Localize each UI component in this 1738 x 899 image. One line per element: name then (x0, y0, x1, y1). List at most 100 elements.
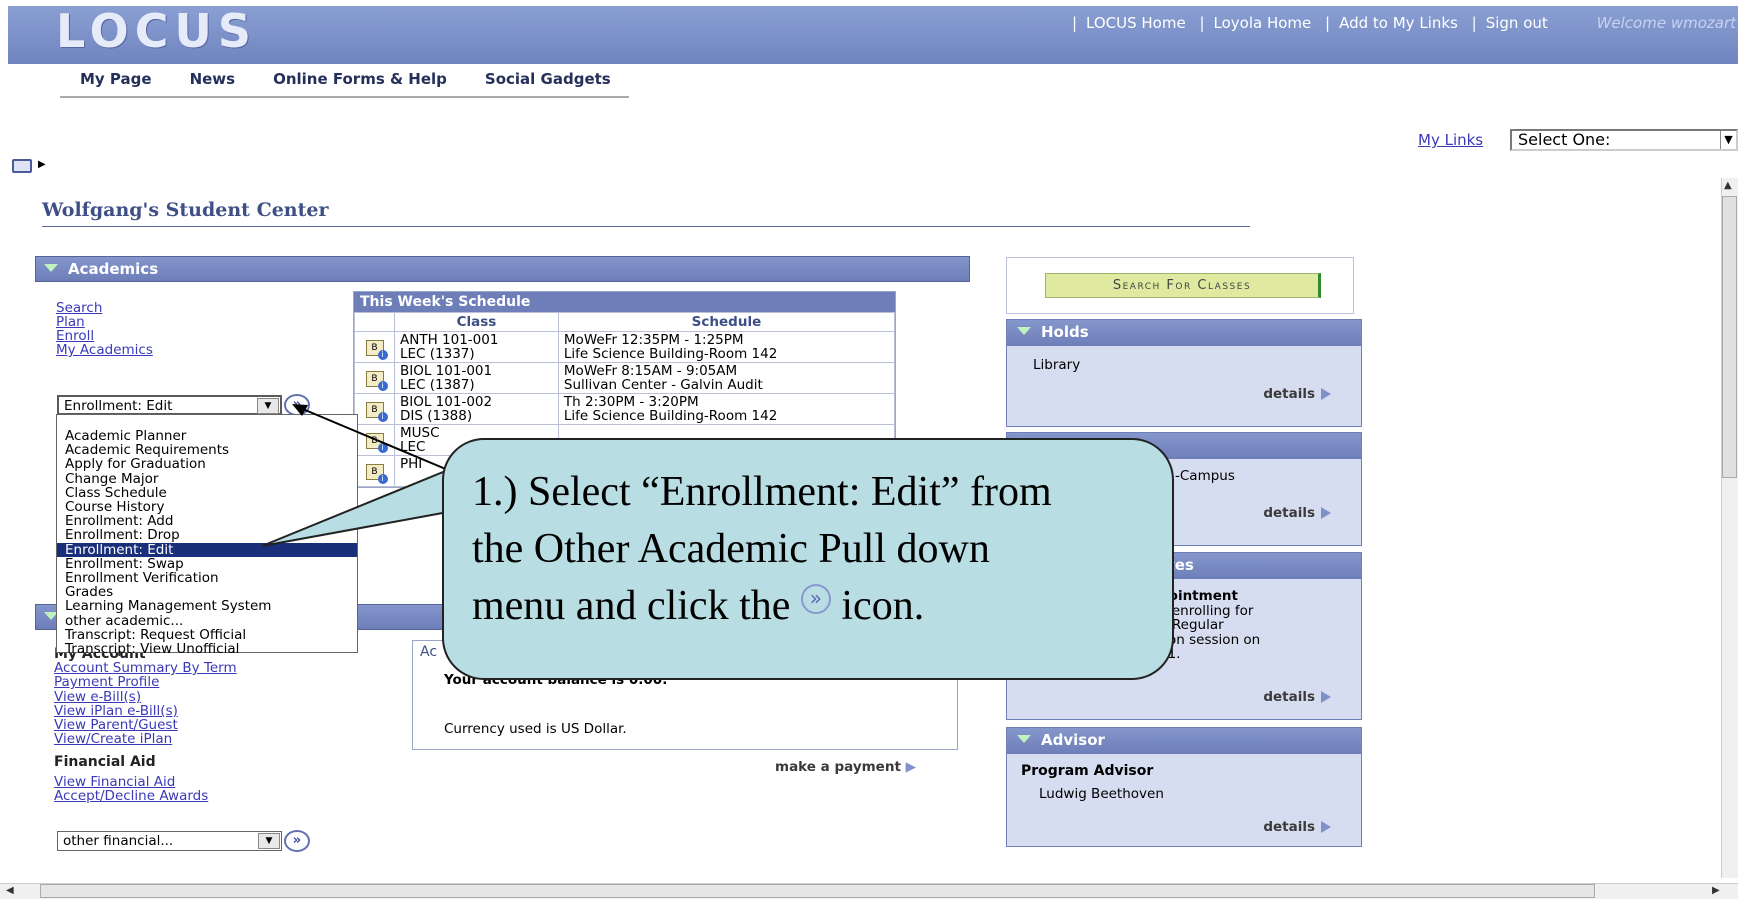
todo-item: -Campus (1175, 468, 1235, 484)
callout-line-3b: icon. (841, 583, 925, 629)
table-row: Bi BIOL 101-001 LEC (1387) MoWeFr 8:15AM … (354, 362, 896, 394)
class-info-icon[interactable]: Bi (365, 370, 388, 391)
tab-online-forms-help[interactable]: Online Forms & Help (253, 66, 465, 95)
link-search[interactable]: Search (56, 301, 153, 315)
schedule-title: This Week's Schedule (354, 292, 895, 312)
instruction-callout: 1.) Select “Enrollment: Edit” from the O… (442, 438, 1174, 680)
link-accept-decline-awards[interactable]: Accept/Decline Awards (54, 789, 237, 803)
enrollment-appointment-text: pointment n enrolling for 2 Regular tion… (1159, 589, 1260, 662)
triangle-right-icon (1321, 821, 1331, 833)
option-enrollment-edit[interactable]: Enrollment: Edit (57, 542, 357, 557)
option-academic-requirements[interactable]: Academic Requirements (57, 443, 357, 457)
link-view-ebills[interactable]: View e-Bill(s) (54, 689, 237, 704)
class-info-icon[interactable]: Bi (365, 432, 388, 453)
dates-line1: pointment (1159, 588, 1238, 604)
link-view-parent-guest[interactable]: View Parent/Guest (54, 718, 237, 732)
option-class-schedule[interactable]: Class Schedule (57, 486, 357, 500)
advisor-header[interactable]: Advisor (1007, 728, 1361, 754)
other-academic-select[interactable]: Enrollment: Edit ▼ (57, 395, 282, 415)
advisor-box: Advisor Program Advisor Ludwig Beethoven… (1006, 727, 1362, 847)
search-for-classes-button[interactable]: Search For Classes (1045, 273, 1321, 298)
finances-links: My Account Account Summary By Term Payme… (54, 647, 237, 803)
panel-arrow-icon: ▶ (38, 159, 46, 170)
option-grades[interactable]: Grades (57, 585, 357, 599)
tab-social-gadgets[interactable]: Social Gadgets (465, 66, 629, 95)
academics-title: Academics (68, 260, 159, 278)
link-enroll[interactable]: Enroll (56, 329, 153, 343)
option-apply-for-graduation[interactable]: Apply for Graduation (57, 457, 357, 471)
academics-section-header[interactable]: Academics (35, 256, 970, 282)
option-enrollment-drop[interactable]: Enrollment: Drop (57, 528, 357, 542)
horizontal-scrollbar-thumb[interactable] (40, 884, 1595, 898)
option-enrollment-add[interactable]: Enrollment: Add (57, 514, 357, 528)
scroll-up-icon[interactable]: ▲ (1724, 180, 1732, 191)
class-time: Th 2:30PM - 3:20PM (563, 394, 699, 410)
callout-line-3a: menu and click the (472, 583, 791, 629)
option-transcript-request-official[interactable]: Transcript: Request Official (57, 628, 357, 642)
double-chevron-right-icon: » (800, 584, 831, 614)
collapse-triangle-icon (1017, 327, 1031, 335)
other-academic-value: Enrollment: Edit (64, 398, 173, 414)
link-view-iplan-ebills[interactable]: View iPlan e-Bill(s) (54, 704, 237, 718)
dates-details-link[interactable]: details (1263, 689, 1331, 705)
advisor-details-link[interactable]: details (1263, 819, 1331, 835)
option-other-academic[interactable]: other academic... (57, 613, 357, 628)
holds-title: Holds (1041, 323, 1089, 341)
link-account-summary[interactable]: Account Summary By Term (54, 661, 237, 675)
my-links-select[interactable]: Select One: ▼ (1510, 129, 1738, 151)
link-locus-home[interactable]: LOCUS Home (1086, 14, 1186, 32)
schedule-col-class: Class (394, 312, 559, 332)
link-view-create-iplan[interactable]: View/Create iPlan (54, 732, 237, 746)
class-info-icon[interactable]: Bi (365, 401, 388, 422)
other-academic-dropdown: Academic Planner Academic Requirements A… (56, 414, 358, 656)
my-links-label[interactable]: My Links (1418, 131, 1483, 149)
make-payment-label: make a payment (775, 759, 901, 775)
other-financial-select[interactable]: other financial... ▼ (57, 831, 282, 851)
class-info-icon[interactable]: Bi (365, 339, 388, 360)
link-payment-profile[interactable]: Payment Profile (54, 675, 237, 689)
option-enrollment-swap[interactable]: Enrollment: Swap (57, 557, 357, 571)
option-academic-planner[interactable]: Academic Planner (57, 429, 357, 443)
dates-line5: 11. (1159, 647, 1260, 662)
scroll-right-icon[interactable]: ▶ (1712, 885, 1720, 896)
locus-logo[interactable]: LOCUS (56, 4, 257, 58)
details-label: details (1263, 505, 1315, 521)
scroll-left-icon[interactable]: ◀ (6, 885, 14, 896)
link-plan[interactable]: Plan (56, 315, 153, 329)
main-tabs: My Page News Online Forms & Help Social Gad… (60, 66, 629, 98)
details-label: details (1263, 819, 1315, 835)
account-box-heading: Ac (420, 644, 438, 660)
callout-line-3: menu and click the » icon. (472, 578, 1144, 635)
academic-go-button[interactable]: » (284, 394, 310, 416)
link-my-academics[interactable]: My Academics (56, 343, 153, 357)
vertical-scrollbar-thumb[interactable] (1722, 196, 1737, 478)
triangle-right-icon (1321, 507, 1331, 519)
option-learning-management-system[interactable]: Learning Management System (57, 599, 357, 613)
tab-news[interactable]: News (170, 66, 254, 95)
holds-header[interactable]: Holds (1007, 320, 1361, 346)
class-code: BIOL 101-002 (400, 394, 493, 410)
option-course-history[interactable]: Course History (57, 500, 357, 514)
tab-my-page[interactable]: My Page (60, 66, 170, 95)
link-sign-out[interactable]: Sign out (1486, 14, 1548, 32)
class-section: DIS (1388) (400, 408, 473, 424)
panel-toggle-icon[interactable] (12, 159, 32, 173)
class-info-icon[interactable]: Bi (365, 463, 388, 484)
option-change-major[interactable]: Change Major (57, 471, 357, 486)
class-section: LEC (1387) (400, 377, 475, 393)
my-links-select-value: Select One: (1518, 130, 1611, 149)
make-payment-link[interactable]: make a payment ▶ (775, 759, 916, 775)
chevron-down-icon: ▼ (1720, 131, 1736, 149)
holds-details-link[interactable]: details (1263, 386, 1331, 402)
link-add-to-my-links[interactable]: Add to My Links (1339, 14, 1458, 32)
callout-line-1: 1.) Select “Enrollment: Edit” from (472, 469, 1052, 515)
todo-details-link[interactable]: details (1263, 505, 1331, 521)
class-code: ANTH 101-001 (400, 332, 499, 348)
schedule-col-schedule: Schedule (557, 312, 896, 332)
option-enrollment-verification[interactable]: Enrollment Verification (57, 571, 357, 585)
link-view-financial-aid[interactable]: View Financial Aid (54, 774, 237, 789)
table-row: Bi ANTH 101-001 LEC (1337) MoWeFr 12:35PM… (354, 331, 896, 363)
option-transcript-view-unofficial[interactable]: Transcript: View Unofficial (57, 642, 357, 656)
link-loyola-home[interactable]: Loyola Home (1214, 14, 1312, 32)
financial-go-button[interactable]: » (284, 830, 310, 852)
